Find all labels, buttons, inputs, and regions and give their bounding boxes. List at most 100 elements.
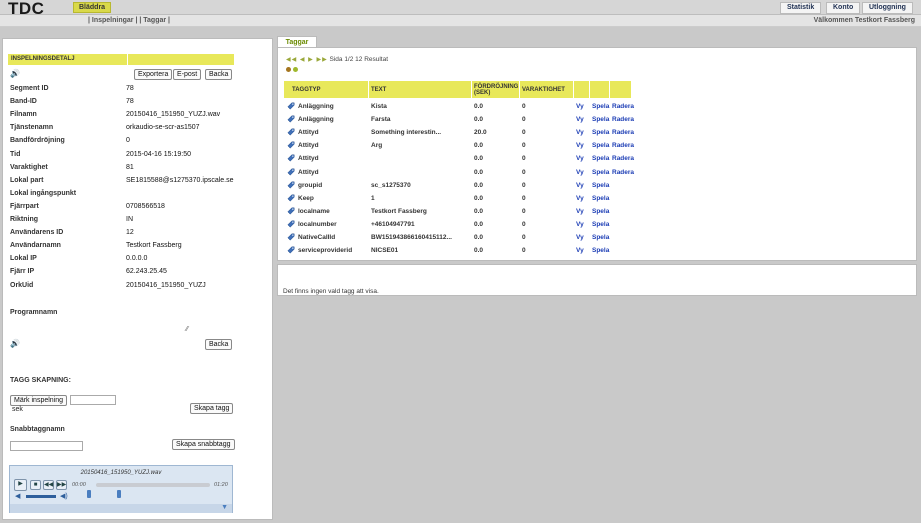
col-duration[interactable]: VARAKTIGHET xyxy=(522,81,565,98)
view-link[interactable]: Vy xyxy=(576,116,584,123)
detail-value: orkaudio-se-scr-as1507 xyxy=(126,124,200,132)
play-link[interactable]: Spela xyxy=(592,129,609,136)
col-delay[interactable]: FÖRDRÖJNING (SEK) xyxy=(474,81,518,98)
delete-link[interactable]: Radera xyxy=(612,142,634,149)
mark-recording-button[interactable]: Märk inspelning xyxy=(10,395,68,406)
play-link[interactable]: Spela xyxy=(592,142,609,149)
green-dot-icon[interactable] xyxy=(293,67,298,72)
col-tag-type[interactable]: TAGGTYP xyxy=(292,81,321,98)
tag-icon xyxy=(287,181,295,189)
email-button[interactable]: E-post xyxy=(173,69,202,80)
col-text[interactable]: TEXT xyxy=(371,81,386,98)
export-button[interactable]: Exportera xyxy=(134,69,173,80)
view-link[interactable]: Vy xyxy=(576,103,584,110)
legend-dots xyxy=(286,67,300,74)
view-link[interactable]: Vy xyxy=(576,221,584,228)
tag-delay-cell: 0.0 xyxy=(474,220,484,228)
logout-button[interactable]: Utloggning xyxy=(862,2,913,14)
detail-key: Användarnamn xyxy=(10,242,61,250)
detail-row: Tjänstenamn orkaudio-se-scr-as1507 xyxy=(10,124,250,135)
detail-row: Filnamn 20150416_151950_YUZJ.wav xyxy=(10,111,250,122)
play-link[interactable]: Spela xyxy=(592,208,609,215)
seconds-label: sek xyxy=(12,406,23,413)
play-link[interactable]: Spela xyxy=(592,182,609,189)
mute-icon[interactable]: ◀ xyxy=(15,492,20,500)
detail-key: Bandfördröjning xyxy=(10,137,65,145)
seek-bar[interactable] xyxy=(96,483,210,487)
detail-key: Riktning xyxy=(10,216,38,223)
sub-bar: | Inspelningar | | Taggar | Välkommen Te… xyxy=(0,15,921,27)
play-link[interactable]: Spela xyxy=(592,234,609,241)
create-quicktag-button[interactable]: Skapa snabbtagg xyxy=(172,439,235,450)
pager-arrows-icon[interactable]: ◀◀ ◀ ▶ ▶▶ xyxy=(286,57,328,63)
detail-row: Tid 2015-04-16 15:19:50 xyxy=(10,151,250,162)
detail-key: Lokal part xyxy=(10,176,44,184)
balance-knob-right[interactable] xyxy=(117,490,121,498)
tag-type-cell: Attityd xyxy=(298,142,319,150)
statistics-button[interactable]: Statistik xyxy=(780,2,822,14)
resize-handle-icon[interactable]: ⁄⁄ xyxy=(186,326,188,333)
play-link[interactable]: Spela xyxy=(592,155,609,162)
table-row: Attityd Arg 0.0 0 Vy Spela Radera xyxy=(284,139,634,152)
play-link[interactable]: Spela xyxy=(592,247,609,254)
play-link[interactable]: Spela xyxy=(592,103,609,110)
table-row: groupid sc_s1275370 0.0 0 Vy Spela xyxy=(284,179,634,192)
fast-forward-icon[interactable]: ▶▶ xyxy=(56,480,67,490)
stop-icon[interactable]: ■ xyxy=(30,480,41,490)
brown-dot-icon[interactable] xyxy=(286,67,291,72)
view-link[interactable]: Vy xyxy=(576,247,584,254)
tag-text-cell: BW151943866160415112... xyxy=(371,234,452,241)
audio-player: 20150416_151950_YUZJ.wav ▶ ■ ◀◀ ▶▶ 00:00… xyxy=(9,465,233,513)
delete-link[interactable]: Radera xyxy=(612,155,634,162)
back-button[interactable]: Backa xyxy=(205,69,233,80)
detail-value: 20150416_151950_YUZJ.wav xyxy=(126,111,221,119)
tag-delay-cell: 0.0 xyxy=(474,207,484,215)
play-icon[interactable]: ▶ xyxy=(14,479,27,491)
delete-link[interactable]: Radera xyxy=(612,129,634,136)
volume-slider[interactable] xyxy=(26,495,56,498)
view-link[interactable]: Vy xyxy=(576,208,584,215)
create-tag-button[interactable]: Skapa tagg xyxy=(190,403,234,414)
collapse-icon[interactable]: ▼ xyxy=(221,504,228,511)
delete-link[interactable]: Radera xyxy=(612,169,634,176)
tag-delay-cell: 20.0 xyxy=(474,129,487,137)
tag-type-cell: groupid xyxy=(298,181,323,189)
play-link[interactable]: Spela xyxy=(592,195,609,202)
view-link[interactable]: Vy xyxy=(576,195,584,202)
detail-value: 12 xyxy=(126,229,134,237)
recording-detail-panel: INSPELNINGSDETALJ 🔊 Exportera E-post Bac… xyxy=(2,38,273,520)
tag-delay-cell: 0.0 xyxy=(474,142,484,150)
tag-duration-cell: 0 xyxy=(522,234,526,241)
view-link[interactable]: Vy xyxy=(576,234,584,241)
tag-text-cell: sc_s1275370 xyxy=(371,181,411,189)
tag-duration-cell: 0 xyxy=(522,181,526,189)
delete-link[interactable]: Radera xyxy=(612,103,634,110)
rewind-icon[interactable]: ◀◀ xyxy=(43,480,54,490)
speaker-icon-2[interactable]: 🔊 xyxy=(10,339,20,348)
play-link[interactable]: Spela xyxy=(592,221,609,228)
view-link[interactable]: Vy xyxy=(576,169,584,176)
quicktag-name-input[interactable] xyxy=(10,441,83,451)
sub-navigation[interactable]: | Inspelningar | | Taggar | xyxy=(88,17,170,24)
tag-type-cell: Keep xyxy=(298,194,314,202)
view-link[interactable]: Vy xyxy=(576,182,584,189)
speaker-icon[interactable]: 🔊 xyxy=(10,69,20,78)
view-link[interactable]: Vy xyxy=(576,142,584,149)
detail-value: 0 xyxy=(126,137,130,145)
tag-creation-label: TAGG SKAPNING: xyxy=(10,377,71,384)
volume-max-icon[interactable]: ◀) xyxy=(60,492,68,500)
mark-seconds-input[interactable] xyxy=(70,395,116,405)
play-link[interactable]: Spela xyxy=(592,116,609,123)
view-link[interactable]: Vy xyxy=(576,155,584,162)
nav-browse[interactable]: Bläddra xyxy=(73,2,112,13)
back-button-2[interactable]: Backa xyxy=(205,339,233,350)
table-row: serviceproviderid NICSE01 0.0 0 Vy Spela xyxy=(284,244,634,257)
tag-icon xyxy=(287,168,295,176)
play-link[interactable]: Spela xyxy=(592,169,609,176)
account-button[interactable]: Konto xyxy=(826,2,861,14)
balance-knob-left[interactable] xyxy=(87,490,91,498)
view-link[interactable]: Vy xyxy=(576,129,584,136)
tags-table-header: TAGGTYP TEXT FÖRDRÖJNING (SEK) VARAKTIGH… xyxy=(284,81,631,98)
detail-value: 78 xyxy=(126,98,134,106)
delete-link[interactable]: Radera xyxy=(612,116,634,123)
